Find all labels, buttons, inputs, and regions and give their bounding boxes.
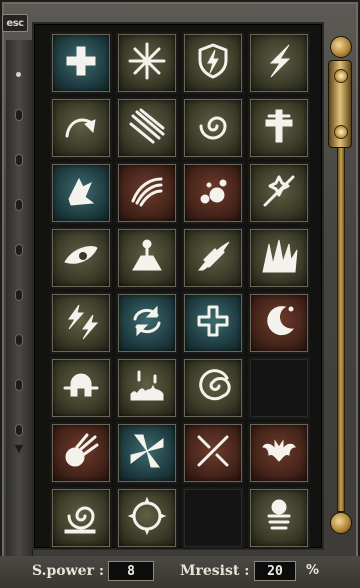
skill-slot[interactable] (116, 357, 178, 419)
crossed-swords-icon (193, 431, 233, 475)
helmet-icon (61, 366, 101, 410)
shuriken-icon (127, 431, 167, 475)
skill-slot[interactable] (248, 227, 310, 289)
scroll-down-button[interactable] (330, 512, 352, 534)
close-button[interactable]: esc (2, 14, 28, 32)
mresist-value: 20 (254, 561, 296, 581)
snail-shell-icon (61, 496, 101, 540)
bat-wings-icon (259, 431, 299, 475)
skill-slot[interactable] (248, 97, 310, 159)
rail-notch (16, 425, 22, 435)
skill-slot[interactable] (182, 97, 244, 159)
claw-slash-icon (127, 106, 167, 150)
rail-dot (16, 72, 21, 77)
skill-slot[interactable] (50, 487, 112, 549)
comet-icon (61, 431, 101, 475)
crescent-moon-icon (259, 301, 299, 345)
skill-slot[interactable] (248, 487, 310, 549)
skill-slot[interactable] (116, 32, 178, 94)
scrollbar[interactable] (328, 34, 352, 534)
skill-slot[interactable] (182, 227, 244, 289)
mresist-label: Mresist : (180, 563, 250, 579)
scroll-up-button[interactable] (330, 36, 352, 58)
skill-slot[interactable] (182, 292, 244, 354)
altar-icon (127, 236, 167, 280)
chevron-down-icon: ▼ (14, 442, 24, 455)
rail-notch (16, 110, 22, 120)
sparkle-beam-icon (259, 171, 299, 215)
vortex-icon (193, 106, 233, 150)
outline-cross-icon (193, 301, 233, 345)
rail-notch (16, 245, 22, 255)
cycle-arrows-icon (127, 301, 167, 345)
spiral-wind-icon (193, 366, 233, 410)
spower-value: 8 (108, 561, 154, 581)
rail-notch (16, 380, 22, 390)
skill-slot[interactable] (50, 357, 112, 419)
stats-bar: S.power : 8 Mresist : 20 % (0, 556, 360, 588)
skill-slot[interactable] (182, 422, 244, 484)
left-rail: ▼ (6, 40, 33, 560)
skill-slot[interactable] (116, 97, 178, 159)
thorn-ring-icon (127, 496, 167, 540)
skill-slot[interactable] (248, 422, 310, 484)
skill-slot[interactable] (116, 487, 178, 549)
skill-grid (50, 32, 310, 549)
skill-slot[interactable] (50, 97, 112, 159)
skill-slot[interactable] (182, 162, 244, 224)
skill-slot[interactable] (50, 292, 112, 354)
empty-slot (182, 487, 244, 549)
skill-slot[interactable] (50, 162, 112, 224)
ice-shard-icon (61, 171, 101, 215)
skill-slot[interactable] (50, 422, 112, 484)
rail-notch (16, 335, 22, 345)
skill-slot[interactable] (248, 292, 310, 354)
wing-icon (127, 171, 167, 215)
empty-slot (248, 357, 310, 419)
skill-slot[interactable] (116, 162, 178, 224)
mresist-unit: % (306, 563, 320, 578)
scroll-thumb[interactable] (328, 60, 352, 148)
spower-label: S.power : (32, 563, 104, 579)
lightning-bolt-icon (259, 41, 299, 85)
rail-notch (16, 290, 22, 300)
poison-splat-icon (193, 171, 233, 215)
twin-lightning-icon (61, 301, 101, 345)
skill-slot[interactable] (50, 32, 112, 94)
skill-slot[interactable] (248, 162, 310, 224)
skill-slot[interactable] (116, 227, 178, 289)
starburst-icon (127, 41, 167, 85)
skill-slot[interactable] (182, 32, 244, 94)
skill-slot[interactable] (182, 357, 244, 419)
skill-panel (34, 24, 322, 549)
skill-slot[interactable] (116, 422, 178, 484)
orb-pillar-icon (259, 496, 299, 540)
heal-cross-icon (61, 41, 101, 85)
skill-slot[interactable] (50, 227, 112, 289)
rail-notch (16, 155, 22, 165)
flame-swipe-icon (193, 236, 233, 280)
spike-burst-icon (259, 236, 299, 280)
rail-notch (16, 200, 22, 210)
skill-slot[interactable] (116, 292, 178, 354)
shield-lightning-icon (193, 41, 233, 85)
skill-slot[interactable] (248, 32, 310, 94)
curved-arrow-icon (61, 106, 101, 150)
holy-cross-icon (259, 106, 299, 150)
evil-eye-icon (61, 236, 101, 280)
aura-ground-icon (127, 366, 167, 410)
